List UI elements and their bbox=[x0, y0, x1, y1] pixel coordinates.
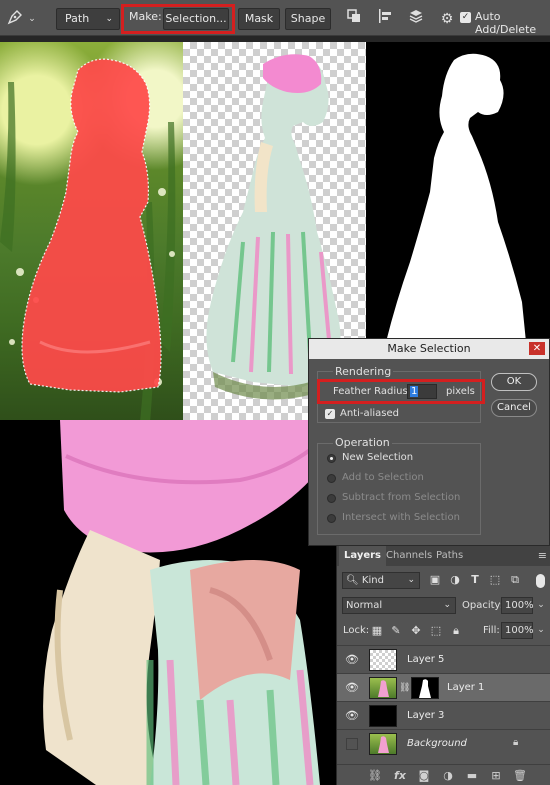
layer-row-background[interactable]: Background 🔒︎ bbox=[337, 729, 550, 757]
lock-icon: 🔒︎ bbox=[513, 737, 519, 748]
auto-add-delete-checkbox[interactable]: ✓ bbox=[460, 12, 471, 23]
lock-transparent-pixels-icon[interactable]: ▦ bbox=[370, 624, 384, 638]
fill-label: Fill: bbox=[483, 625, 500, 636]
make-shape-button[interactable]: Shape bbox=[285, 8, 331, 30]
radio-intersect-with-selection[interactable] bbox=[327, 514, 336, 523]
layer-row-layer-3[interactable]: 👁︎ Layer 3 bbox=[337, 701, 550, 729]
visibility-toggle[interactable] bbox=[346, 738, 358, 750]
kind-filter-select[interactable]: 🔍︎ Kind ⌄ bbox=[342, 572, 420, 589]
radio-subtract-from-selection[interactable] bbox=[327, 494, 336, 503]
close-icon[interactable]: ✕ bbox=[529, 342, 545, 355]
chevron-down-icon: ⌄ bbox=[105, 14, 113, 24]
layer-row-layer-1[interactable]: 👁︎ ⛓︎ Layer 1 bbox=[337, 673, 550, 701]
highlight-box bbox=[317, 379, 485, 404]
layers-bottom-bar: ⛓︎ fx ◙ ◑ ▬ ⊞ 🗑︎ bbox=[337, 764, 550, 785]
layer-thumbnail bbox=[369, 649, 397, 671]
trash-icon[interactable]: 🗑︎ bbox=[512, 769, 528, 783]
lock-label: Lock: bbox=[343, 625, 370, 636]
radio-add-to-selection[interactable] bbox=[327, 474, 336, 483]
new-layer-icon[interactable]: ⊞ bbox=[488, 769, 504, 783]
make-selection-dialog: Make Selection ✕ Rendering Feather Radiu… bbox=[308, 338, 550, 546]
eye-icon[interactable]: 👁︎ bbox=[345, 709, 359, 723]
intersect-with-selection-label: Intersect with Selection bbox=[342, 512, 460, 523]
chevron-down-icon[interactable]: ⌄ bbox=[535, 597, 547, 614]
shape-filter-icon[interactable]: ⬚ bbox=[488, 573, 502, 587]
pixel-filter-icon[interactable]: ▣ bbox=[428, 573, 442, 587]
panel-tabs: Layers Channels Paths ≡ bbox=[337, 546, 550, 566]
lock-all-icon[interactable]: 🔒︎ bbox=[449, 624, 463, 638]
layer-thumbnail bbox=[369, 733, 397, 755]
radio-new-selection[interactable] bbox=[327, 454, 336, 463]
tab-layers[interactable]: Layers bbox=[339, 546, 386, 566]
operation-label: Operation bbox=[333, 436, 392, 449]
path-arrangement-icon[interactable] bbox=[405, 8, 427, 30]
path-mode-select[interactable]: Path ⌄ bbox=[56, 8, 120, 30]
options-bar: ⌄ Path ⌄ Make: Selection... Mask Shape ⚙… bbox=[0, 0, 550, 36]
blend-mode-select[interactable]: Normal ⌄ bbox=[342, 597, 456, 614]
gear-icon[interactable]: ⚙ bbox=[436, 8, 458, 30]
lock-position-icon[interactable]: ✥ bbox=[409, 624, 423, 638]
adjustment-filter-icon[interactable]: ◑ bbox=[448, 573, 462, 587]
link-layers-icon[interactable]: ⛓︎ bbox=[367, 769, 383, 783]
add-to-selection-label: Add to Selection bbox=[342, 472, 424, 483]
smart-object-filter-icon[interactable]: ⧉ bbox=[508, 573, 522, 587]
search-icon: 🔍︎ bbox=[346, 575, 359, 586]
path-operations-icon[interactable] bbox=[343, 8, 365, 30]
path-mode-value: Path bbox=[65, 12, 90, 25]
layer-mask-preview bbox=[366, 42, 550, 342]
auto-add-delete-label: Auto Add/Delete bbox=[475, 10, 537, 36]
rendering-label: Rendering bbox=[333, 365, 394, 378]
chevron-down-icon[interactable]: ⌄ bbox=[535, 622, 547, 639]
eye-icon[interactable]: 👁︎ bbox=[345, 653, 359, 667]
pen-tool-icon[interactable] bbox=[4, 8, 26, 30]
subtract-from-selection-label: Subtract from Selection bbox=[342, 492, 461, 503]
opacity-input[interactable]: 100% bbox=[501, 597, 534, 614]
panel-menu-icon[interactable]: ≡ bbox=[538, 549, 547, 562]
dialog-title: Make Selection bbox=[309, 339, 549, 359]
anti-aliased-checkbox[interactable]: ✓ bbox=[325, 409, 335, 419]
layer-row-layer-5[interactable]: 👁︎ Layer 5 bbox=[337, 645, 550, 673]
tab-channels[interactable]: Channels bbox=[381, 546, 437, 566]
layers-panel: Layers Channels Paths ≡ 🔍︎ Kind ⌄ ▣ ◑ T … bbox=[336, 546, 550, 785]
add-mask-icon[interactable]: ◙ bbox=[416, 769, 432, 783]
group-folder-icon[interactable]: ▬ bbox=[464, 769, 480, 783]
blend-mode-value: Normal bbox=[346, 600, 383, 611]
new-selection-label: New Selection bbox=[342, 452, 414, 463]
ok-button[interactable]: OK bbox=[491, 373, 537, 391]
layer-name: Layer 3 bbox=[407, 710, 445, 721]
type-filter-icon[interactable]: T bbox=[468, 573, 482, 587]
eye-icon[interactable]: 👁︎ bbox=[345, 681, 359, 695]
lock-image-pixels-icon[interactable]: ✎ bbox=[389, 624, 403, 638]
filter-toggle[interactable] bbox=[536, 574, 545, 588]
layer-thumbnail bbox=[369, 705, 397, 727]
lock-artboard-icon[interactable]: ⬚ bbox=[429, 624, 443, 638]
kind-filter-value: Kind bbox=[361, 575, 384, 586]
layer-name: Layer 1 bbox=[447, 682, 485, 693]
opacity-label: Opacity: bbox=[462, 600, 504, 611]
layer-mask-thumbnail[interactable] bbox=[411, 677, 439, 699]
make-mask-button[interactable]: Mask bbox=[238, 8, 280, 30]
anti-aliased-label: Anti-aliased bbox=[340, 408, 400, 419]
closeup-photo bbox=[0, 420, 336, 785]
layer-name: Layer 5 bbox=[407, 654, 445, 665]
layer-style-icon[interactable]: fx bbox=[392, 769, 408, 783]
chevron-down-icon[interactable]: ⌄ bbox=[26, 8, 38, 30]
adjustment-layer-icon[interactable]: ◑ bbox=[440, 769, 456, 783]
chevron-down-icon: ⌄ bbox=[407, 575, 415, 585]
path-alignment-icon[interactable] bbox=[374, 8, 396, 30]
chevron-down-icon: ⌄ bbox=[443, 600, 451, 610]
layer-thumbnail bbox=[369, 677, 397, 699]
original-photo-with-selection bbox=[0, 42, 183, 420]
link-icon[interactable]: ⛓︎ bbox=[399, 683, 410, 693]
cancel-button[interactable]: Cancel bbox=[491, 399, 537, 417]
fill-input[interactable]: 100% bbox=[501, 622, 534, 639]
tab-paths[interactable]: Paths bbox=[431, 546, 468, 566]
layer-name: Background bbox=[407, 738, 467, 749]
highlight-box bbox=[121, 4, 235, 34]
